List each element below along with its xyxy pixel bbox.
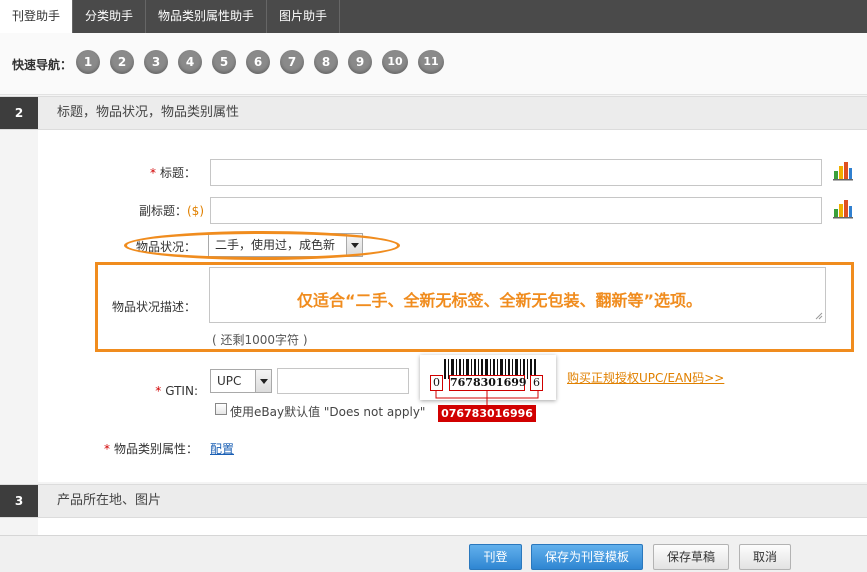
quicknav-step[interactable]: 7 <box>280 50 304 74</box>
quicknav-step[interactable]: 6 <box>246 50 270 74</box>
quicknav-step[interactable]: 1 <box>76 50 100 74</box>
barcode-left-digit: 0 <box>430 375 443 391</box>
quicknav-step[interactable]: 4 <box>178 50 202 74</box>
barcode-middle-digits: 7678301699 <box>449 375 527 391</box>
bar-chart-icon[interactable] <box>832 159 854 181</box>
annotation-text: 仅适合“二手、全新无标签、全新无包装、翻新等”选项。 <box>297 291 703 310</box>
category-attribute-label: * 物品类别属性： <box>103 442 198 456</box>
quicknav-step[interactable]: 8 <box>314 50 338 74</box>
gtin-type-value: UPC <box>217 374 242 388</box>
gtin-input[interactable] <box>277 368 409 394</box>
subtitle-label: 副标题：($) <box>138 204 204 218</box>
tab-category-assistant[interactable]: 分类助手 <box>73 0 147 33</box>
save-template-button[interactable]: 保存为刊登模板 <box>531 544 643 570</box>
highlight-ellipse <box>124 231 400 260</box>
char-count-hint: ( 还剩1000字符 ) <box>212 333 308 347</box>
bar-chart-icon[interactable] <box>832 197 854 219</box>
action-bar: 刊登 保存为刊登模板 保存草稿 取消 <box>0 535 867 572</box>
tab-attribute-assistant[interactable]: 物品类别属性助手 <box>146 0 268 33</box>
top-tab-bar: 刊登助手 分类助手 物品类别属性助手 图片助手 <box>0 0 867 33</box>
gtin-label: * GTIN: <box>155 384 198 398</box>
quick-navigation: 快速导航： 1 2 3 4 5 6 7 8 9 10 11 <box>0 33 867 95</box>
section-header-3[interactable]: 3 产品所在地、图片 <box>0 484 867 518</box>
quicknav-label: 快速导航： <box>12 58 73 72</box>
barcode-connector-lines <box>435 390 539 406</box>
barcode-full-code: 076783016996 <box>438 405 536 422</box>
publish-button[interactable]: 刊登 <box>469 544 522 570</box>
tab-image-assistant[interactable]: 图片助手 <box>267 0 341 33</box>
section-header-2[interactable]: 2 标题，物品状况，物品类别属性 <box>0 96 867 130</box>
section-3-content <box>38 518 867 535</box>
default-value-checkbox-label: 使用eBay默认值 "Does not apply" <box>230 405 426 419</box>
default-value-checkbox[interactable] <box>215 403 227 415</box>
section-number: 3 <box>0 485 38 517</box>
configure-link[interactable]: 配置 <box>210 440 234 457</box>
save-draft-button[interactable]: 保存草稿 <box>653 544 729 570</box>
resize-handle-icon[interactable] <box>815 312 823 320</box>
barcode-right-digit: 6 <box>530 375 543 391</box>
gtin-type-select[interactable]: UPC <box>210 369 272 393</box>
quicknav-step[interactable]: 5 <box>212 50 236 74</box>
quicknav-step[interactable]: 9 <box>348 50 372 74</box>
quicknav-steps: 1 2 3 4 5 6 7 8 9 10 11 <box>76 50 444 74</box>
quicknav-step[interactable]: 3 <box>144 50 168 74</box>
section-title: 标题，物品状况，物品类别属性 <box>57 105 240 120</box>
section-number: 2 <box>0 97 38 129</box>
chevron-down-icon[interactable] <box>255 370 271 392</box>
condition-description-label: 物品状况描述： <box>111 300 196 314</box>
title-input[interactable] <box>210 159 822 186</box>
tab-listing-assistant[interactable]: 刊登助手 <box>0 0 74 33</box>
section-title: 产品所在地、图片 <box>57 493 162 508</box>
subtitle-input[interactable] <box>210 197 822 224</box>
quicknav-step[interactable]: 2 <box>110 50 134 74</box>
subtitle-fee: ($) <box>187 204 204 218</box>
quicknav-step[interactable]: 10 <box>382 50 408 74</box>
quicknav-step[interactable]: 11 <box>418 50 444 74</box>
cancel-button[interactable]: 取消 <box>739 544 791 570</box>
title-label: * 标题： <box>149 166 196 180</box>
buy-upc-link[interactable]: 购买正规授权UPC/EAN码>> <box>567 369 724 386</box>
